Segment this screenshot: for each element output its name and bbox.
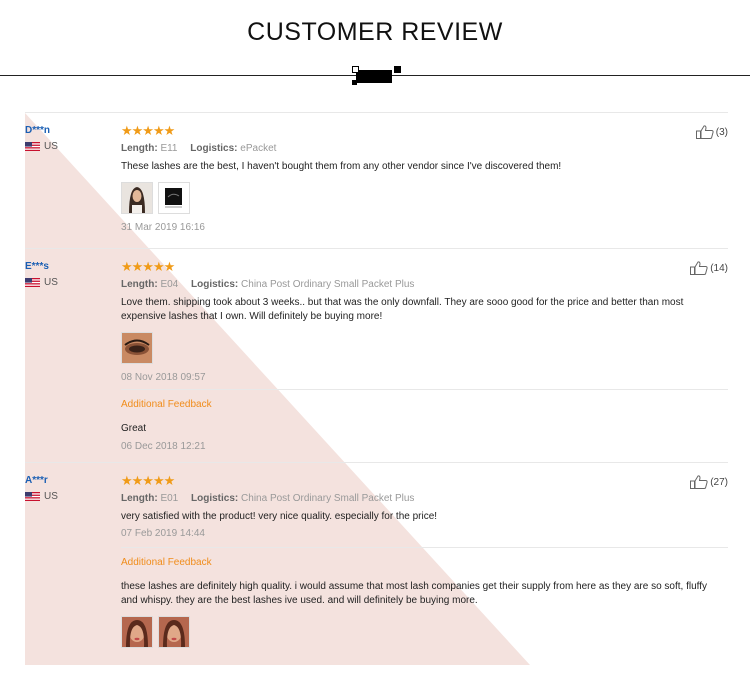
divider-ornament-square (394, 66, 401, 73)
logistics-value: ePacket (240, 143, 277, 154)
helpful-count: (14) (710, 262, 728, 274)
review-item: D***n US ★★★★★ Length: E11 Logistics: eP… (25, 112, 728, 248)
additional-feedback-label: Additional Feedback (121, 399, 212, 410)
eye-closeup-photo-icon[interactable] (121, 332, 153, 364)
star-rating: ★★★★★ (121, 473, 175, 488)
buyer-name[interactable]: D***n (25, 125, 115, 136)
us-flag-icon (25, 492, 40, 501)
length-value: E11 (160, 143, 178, 154)
additional-feedback-text: these lashes are definitely high quality… (121, 581, 708, 606)
thumbs-up-icon (690, 261, 708, 275)
thumbs-up-icon (695, 125, 714, 139)
review-photos (121, 332, 728, 364)
face-photo-icon[interactable] (121, 616, 153, 648)
country-code: US (44, 491, 58, 502)
us-flag-icon (25, 142, 40, 151)
helpful-count: (3) (715, 126, 728, 138)
review-date: 31 Mar 2019 16:16 (121, 222, 205, 233)
additional-feedback-label: Additional Feedback (121, 557, 212, 568)
face-photo-icon[interactable] (158, 616, 190, 648)
review-photos (121, 182, 728, 214)
length-label: Length: (121, 493, 158, 504)
review-meta: Length: E01 Logistics: China Post Ordina… (121, 493, 728, 504)
buyer-country: US (25, 141, 115, 152)
length-label: Length: (121, 143, 158, 154)
country-code: US (44, 141, 58, 152)
additional-feedback: Additional Feedback these lashes are def… (121, 547, 728, 648)
review-date: 08 Nov 2018 09:57 (121, 372, 206, 383)
logistics-label: Logistics: (190, 143, 238, 154)
length-value: E04 (160, 279, 179, 290)
review-body: ★★★★★ Length: E11 Logistics: ePacket The… (121, 113, 728, 233)
additional-feedback-date: 06 Dec 2018 12:21 (121, 441, 206, 452)
logistics-value: China Post Ordinary Small Packet Plus (241, 279, 415, 290)
buyer-info: A***r US (25, 475, 115, 502)
portrait-photo-icon[interactable] (121, 182, 153, 214)
helpful-button[interactable]: (27) (690, 475, 728, 489)
page-title: CUSTOMER REVIEW (247, 18, 503, 46)
length-label: Length: (121, 279, 158, 290)
review-text: very satisfied with the product! very ni… (121, 511, 438, 522)
helpful-button[interactable]: (14) (690, 261, 728, 275)
buyer-country: US (25, 491, 115, 502)
buyer-info: E***s US (25, 261, 115, 288)
lash-box-photo-icon[interactable] (158, 182, 190, 214)
helpful-button[interactable]: (3) (695, 125, 728, 139)
buyer-name[interactable]: E***s (25, 261, 115, 272)
helpful-count: (27) (710, 476, 728, 488)
review-meta: Length: E11 Logistics: ePacket (121, 143, 728, 154)
review-meta: Length: E04 Logistics: China Post Ordina… (121, 279, 728, 290)
review-list: D***n US ★★★★★ Length: E11 Logistics: eP… (25, 112, 728, 652)
length-value: E01 (160, 493, 179, 504)
buyer-country: US (25, 277, 115, 288)
review-photos (121, 616, 728, 648)
divider-ornament-square (352, 66, 359, 73)
star-rating: ★★★★★ (121, 259, 175, 274)
buyer-name[interactable]: A***r (25, 475, 115, 486)
logistics-value: China Post Ordinary Small Packet Plus (241, 493, 415, 504)
divider-ornament-square (352, 80, 357, 85)
country-code: US (44, 277, 58, 288)
divider-ornament (356, 70, 392, 83)
review-item: E***s US ★★★★★ Length: E04 Logistics: Ch… (25, 248, 728, 462)
review-text: These lashes are the best, I haven't bou… (121, 161, 562, 172)
review-text: Love them. shipping took about 3 weeks..… (121, 297, 684, 322)
review-item: A***r US ★★★★★ Length: E01 Logistics: Ch… (25, 462, 728, 652)
buyer-info: D***n US (25, 125, 115, 152)
star-rating: ★★★★★ (121, 123, 175, 138)
logistics-label: Logistics: (191, 493, 239, 504)
additional-feedback: Additional Feedback Great 06 Dec 2018 12… (121, 389, 728, 452)
us-flag-icon (25, 278, 40, 287)
thumbs-up-icon (690, 475, 708, 489)
logistics-label: Logistics: (191, 279, 239, 290)
review-body: ★★★★★ Length: E04 Logistics: China Post … (121, 249, 728, 383)
review-date: 07 Feb 2019 14:44 (121, 528, 205, 539)
additional-feedback-text: Great (121, 423, 147, 434)
review-body: ★★★★★ Length: E01 Logistics: China Post … (121, 463, 728, 540)
